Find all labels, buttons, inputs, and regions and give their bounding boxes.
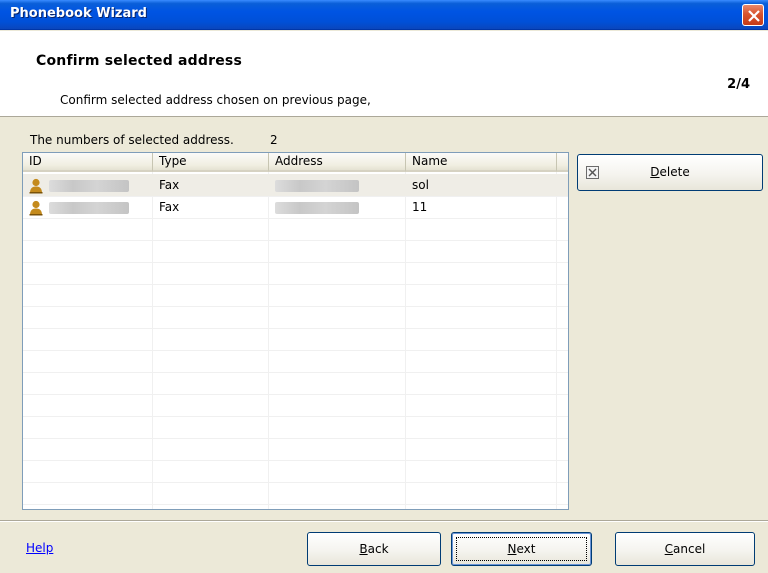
- grid-line: [556, 172, 557, 509]
- grid-line: [152, 172, 153, 509]
- cell-type: Fax: [159, 178, 180, 192]
- close-icon: [748, 10, 760, 22]
- step-indicator: 2/4: [727, 77, 750, 92]
- cell-type: Fax: [159, 200, 180, 214]
- title-bar: Phonebook Wizard: [0, 0, 768, 30]
- redacted-id: [49, 201, 129, 214]
- grid-line: [23, 240, 568, 241]
- back-accelerator: B: [359, 542, 368, 556]
- grid-line: [23, 394, 568, 395]
- column-header-id[interactable]: ID: [23, 153, 153, 172]
- back-label: ack: [367, 542, 389, 556]
- grid-line: [23, 482, 568, 483]
- selected-count-label: The numbers of selected address.: [30, 133, 234, 147]
- redacted-address: [275, 179, 359, 192]
- grid-line: [23, 350, 568, 351]
- grid-line: [23, 284, 568, 285]
- person-icon: [29, 200, 43, 215]
- column-header-address[interactable]: Address: [269, 153, 406, 172]
- address-list[interactable]: ID Type Address Name Fax sol Fax 11: [22, 152, 569, 510]
- grid-line: [23, 196, 568, 197]
- cell-id: [23, 174, 153, 196]
- table-row[interactable]: Fax 11: [23, 196, 568, 218]
- grid-line: [23, 306, 568, 307]
- back-button[interactable]: Back: [307, 532, 441, 566]
- grid-line: [23, 504, 568, 505]
- list-body: Fax sol Fax 11: [23, 172, 568, 509]
- focus-rectangle: [456, 537, 587, 561]
- footer-divider: [0, 520, 768, 522]
- next-button[interactable]: Next: [451, 532, 592, 566]
- grid-line: [23, 328, 568, 329]
- selected-count-value: 2: [270, 133, 278, 147]
- delete-label: elete: [659, 165, 690, 179]
- help-link[interactable]: Help: [26, 541, 53, 555]
- grid-line: [268, 172, 269, 509]
- grid-line: [23, 262, 568, 263]
- column-header-name[interactable]: Name: [406, 153, 557, 172]
- cell-name: 11: [412, 200, 428, 214]
- list-header: ID Type Address Name: [23, 153, 568, 172]
- delete-icon: [586, 166, 599, 179]
- wizard-header: Confirm selected address 2/4 Confirm sel…: [0, 31, 768, 117]
- delete-button[interactable]: Delete: [577, 154, 763, 191]
- grid-line: [23, 372, 568, 373]
- cancel-button[interactable]: Cancel: [615, 532, 755, 566]
- person-icon: [29, 178, 43, 193]
- grid-line: [23, 460, 568, 461]
- column-header-type[interactable]: Type: [153, 153, 269, 172]
- page-title: Confirm selected address: [36, 53, 242, 69]
- grid-line: [23, 218, 568, 219]
- grid-line: [23, 438, 568, 439]
- cell-name: sol: [412, 178, 429, 192]
- delete-accelerator: D: [650, 165, 660, 179]
- cell-address: [269, 174, 406, 196]
- window-title: Phonebook Wizard: [10, 6, 147, 21]
- redacted-address: [275, 201, 359, 214]
- grid-line: [405, 172, 406, 509]
- cancel-accelerator: C: [664, 542, 674, 556]
- close-button[interactable]: [742, 4, 764, 26]
- redacted-id: [49, 179, 129, 192]
- page-description: Confirm selected address chosen on previ…: [60, 93, 371, 107]
- cancel-label: ancel: [673, 542, 706, 556]
- cell-address: [269, 196, 406, 218]
- column-header-filler: [557, 153, 568, 172]
- cell-id: [23, 196, 153, 218]
- grid-line: [23, 416, 568, 417]
- table-row[interactable]: Fax sol: [23, 174, 568, 196]
